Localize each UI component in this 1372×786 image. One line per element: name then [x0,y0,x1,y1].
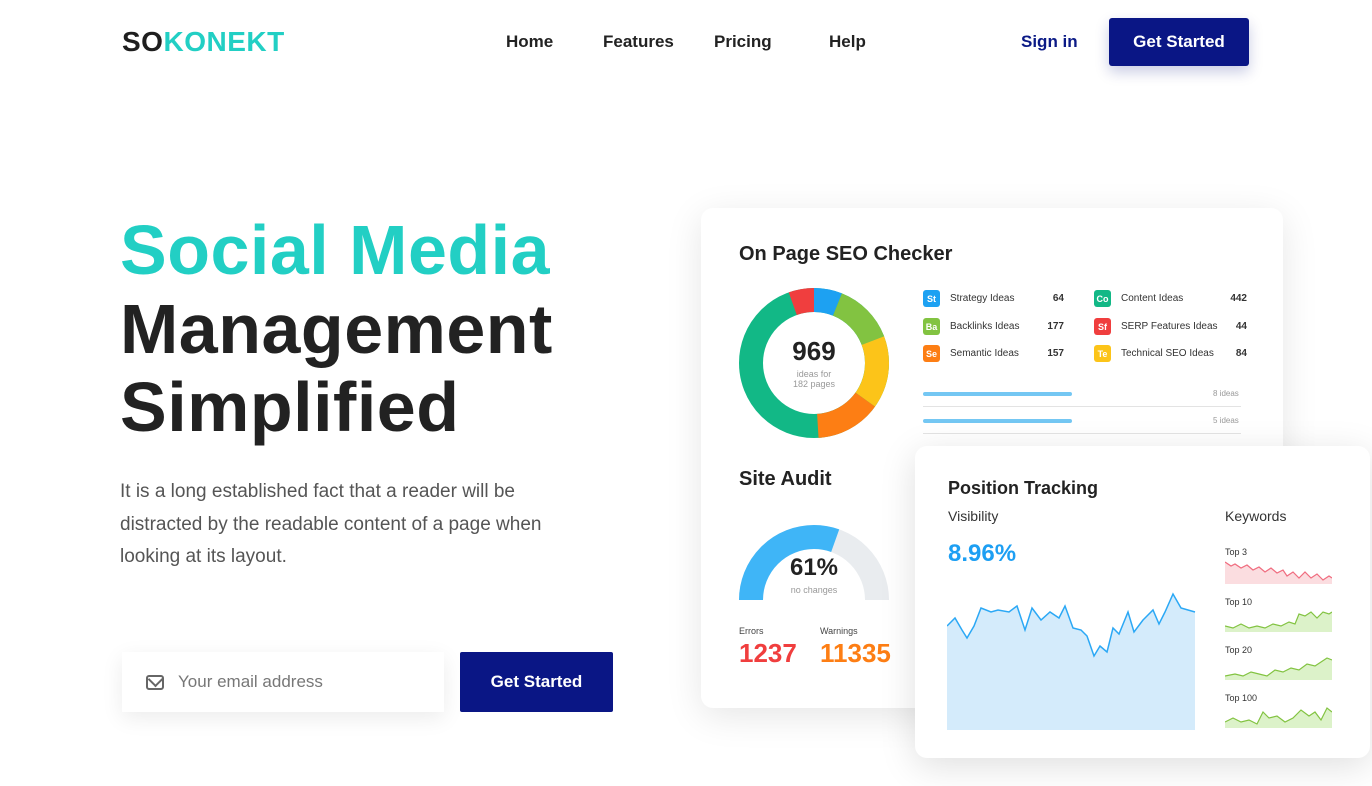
logo[interactable]: SOKONEKT [122,26,285,58]
keyword-top3-sparkline [1225,561,1332,584]
audit-percent: 61% [789,554,839,581]
idea-row-serp[interactable]: Sf SERP Features Ideas 44 [1094,318,1247,335]
keyword-top100-sparkline [1225,707,1332,728]
idea-value: 44 [1235,321,1247,332]
get-started-nav-button[interactable]: Get Started [1109,18,1249,66]
get-started-hero-button[interactable]: Get Started [460,652,613,712]
idea-label: SERP Features Ideas [1121,321,1218,332]
warnings-label: Warnings [820,626,858,636]
idea-row-technical[interactable]: Te Technical SEO Ideas 84 [1094,345,1247,362]
seo-total-sub2: 182 pages [792,379,836,389]
idea-value: 157 [1047,348,1064,359]
badge-icon: Se [923,345,940,362]
idea-label: Backlinks Ideas [950,321,1020,332]
idea-label: Technical SEO Ideas [1121,348,1214,359]
visibility-label: Visibility [948,508,999,524]
divider [923,433,1241,434]
keyword-top10-label: Top 10 [1225,597,1253,607]
keyword-top10-sparkline [1225,611,1332,632]
idea-value: 64 [1052,293,1064,304]
badge-icon: Co [1094,290,1111,307]
errors-value: 1237 [739,638,797,668]
hero-title-line2: Management [120,290,553,368]
keyword-top3-label: Top 3 [1225,547,1248,557]
idea-label: Strategy Ideas [950,293,1015,304]
hero-title-line1: Social Media [120,211,551,289]
logo-part1: SO [122,26,164,57]
badge-icon: Sf [1094,318,1111,335]
nav-pricing[interactable]: Pricing [714,32,772,52]
nav-features[interactable]: Features [603,32,674,52]
keyword-top20-sparkline [1225,657,1332,680]
errors-label: Errors [739,626,764,636]
divider [923,406,1241,407]
audit-sub: no changes [790,585,838,595]
keywords-label: Keywords [1225,508,1287,524]
ideas-progress-bar [923,419,1072,423]
idea-label: Content Ideas [1121,293,1184,304]
visibility-area-chart [947,592,1196,730]
idea-row-backlinks[interactable]: Ba Backlinks Ideas 177 [923,318,1064,335]
email-input[interactable]: Your email address [122,652,444,712]
badge-icon: St [923,290,940,307]
idea-label: Semantic Ideas [950,348,1019,359]
logo-part2: KONEKT [163,26,285,57]
position-tracking-title: Position Tracking [948,478,1099,498]
keyword-top100-label: Top 100 [1225,693,1258,703]
idea-row-content[interactable]: Co Content Ideas 442 [1094,290,1247,307]
ideas-bar-label: 8 ideas [1213,389,1239,398]
seo-checker-title: On Page SEO Checker [739,243,953,265]
hero-title-line3: Simplified [120,368,460,446]
keyword-top20-label: Top 20 [1225,645,1253,655]
badge-icon: Ba [923,318,940,335]
hero-description: It is a long established fact that a rea… [120,481,542,567]
sign-in-link[interactable]: Sign in [1021,32,1078,52]
nav-help[interactable]: Help [829,32,866,52]
site-audit-title: Site Audit [739,468,832,490]
ideas-bar-label: 5 ideas [1213,416,1239,425]
ideas-progress-bar [923,392,1072,396]
seo-total: 969 [792,336,836,366]
warnings-value: 11335 [820,638,891,668]
email-placeholder: Your email address [178,672,323,691]
mail-icon [146,674,164,690]
nav-home[interactable]: Home [506,32,553,52]
idea-value: 84 [1235,348,1247,359]
position-tracking-card: Position Tracking Visibility 8.96% Keywo… [915,446,1370,758]
idea-row-semantic[interactable]: Se Semantic Ideas 157 [923,345,1064,362]
badge-icon: Te [1094,345,1111,362]
visibility-value: 8.96% [948,540,1017,567]
idea-row-strategy[interactable]: St Strategy Ideas 64 [923,290,1064,307]
idea-value: 442 [1230,293,1247,304]
idea-value: 177 [1047,321,1064,332]
